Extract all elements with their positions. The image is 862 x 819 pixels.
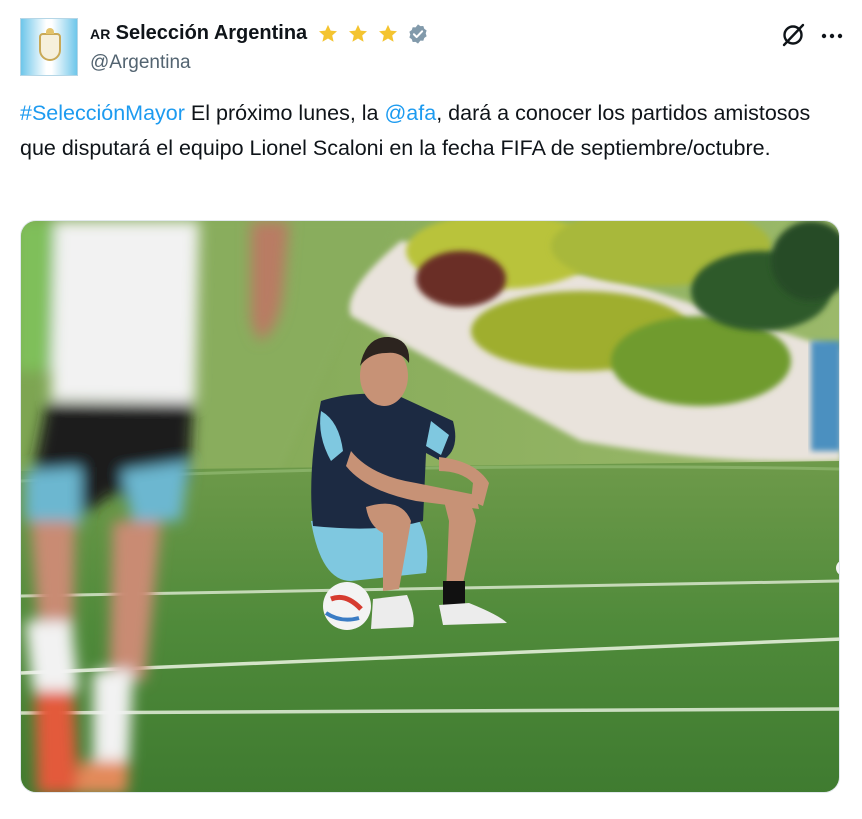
tweet-text-part: El próximo lunes, la — [184, 101, 385, 125]
hashtag-link[interactable]: #SelecciónMayor — [20, 101, 185, 125]
author-display-name[interactable]: Selección Argentina — [116, 22, 308, 45]
tweet-text: #SelecciónMayor El próximo lunes, la @af… — [20, 96, 840, 166]
grok-icon[interactable] — [780, 22, 806, 48]
star-icon — [349, 24, 368, 42]
photo-coach-on-training-pitch — [21, 221, 839, 792]
tweet-photo[interactable] — [20, 220, 840, 793]
star-icon — [379, 24, 398, 42]
avatar[interactable] — [20, 18, 78, 76]
author-handle[interactable]: @Argentina — [90, 52, 191, 74]
tweet-header: AR Selección Argentina @Argentina — [20, 16, 844, 80]
afa-crest-icon — [39, 28, 61, 61]
verified-badge-icon[interactable] — [407, 23, 429, 45]
mention-link[interactable]: @afa — [384, 101, 436, 125]
flag-code: AR — [90, 25, 111, 42]
author-name-row: AR Selección Argentina — [90, 22, 429, 45]
more-options-icon[interactable] — [820, 26, 844, 46]
star-icon — [319, 24, 338, 42]
